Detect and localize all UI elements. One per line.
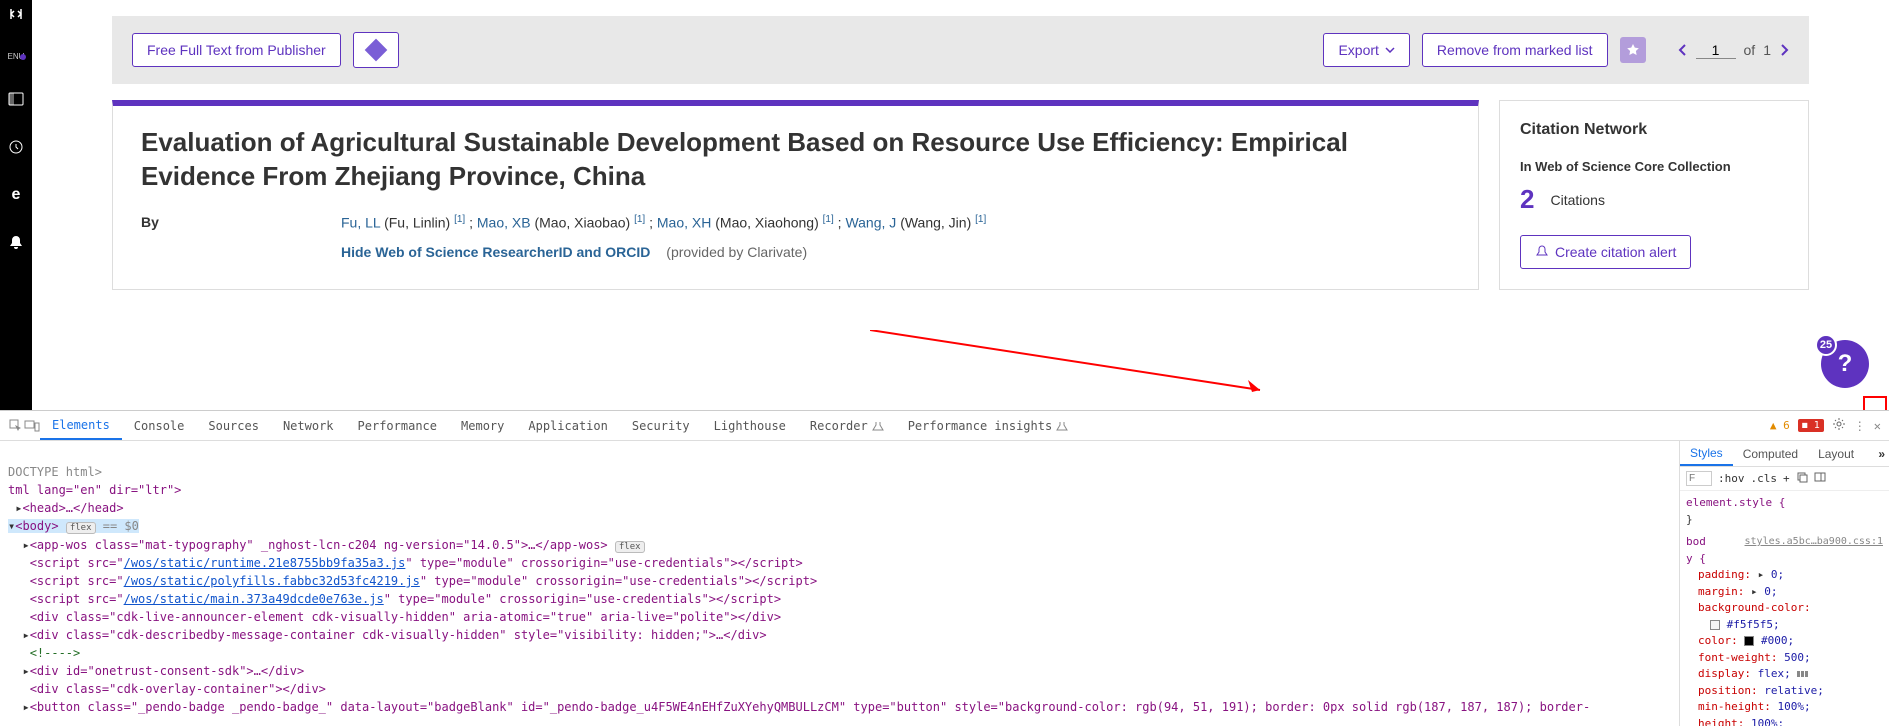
styles-pane: Styles Computed Layout » :hov .cls + ele… xyxy=(1679,441,1889,726)
tab-sources[interactable]: Sources xyxy=(196,413,271,439)
gear-icon[interactable] xyxy=(1832,417,1846,434)
authors: Fu, LL (Fu, Linlin) [1] ; Mao, XB (Mao, … xyxy=(341,214,1450,231)
record-title: Evaluation of Agricultural Sustainable D… xyxy=(141,126,1450,194)
device-icon[interactable] xyxy=(24,418,40,434)
devtools-panel: Elements Console Sources Network Perform… xyxy=(0,410,1889,726)
citation-word: Citations xyxy=(1550,192,1604,208)
dom-tree[interactable]: DOCTYPE html> tml lang="en" dir="ltr"> ▸… xyxy=(0,441,1679,726)
tab-security[interactable]: Security xyxy=(620,413,702,439)
errors-badge[interactable]: ◼ 1 xyxy=(1798,419,1824,432)
page-input[interactable] xyxy=(1696,42,1736,59)
panel-icon[interactable] xyxy=(1814,472,1826,485)
tab-perf-insights[interactable]: Performance insights xyxy=(896,413,1081,439)
help-badge: 25 xyxy=(1815,334,1837,356)
prev-page-button[interactable] xyxy=(1678,43,1688,57)
help-fab[interactable]: 25 ? xyxy=(1821,340,1869,388)
flask-icon xyxy=(872,421,884,431)
bell-icon xyxy=(1535,245,1549,259)
panel-icon[interactable] xyxy=(6,89,26,109)
letter-icon[interactable]: e xyxy=(6,185,26,205)
tab-memory[interactable]: Memory xyxy=(449,413,516,439)
remove-marked-button[interactable]: Remove from marked list xyxy=(1422,33,1608,67)
by-label: By xyxy=(141,214,341,230)
tab-elements[interactable]: Elements xyxy=(40,412,122,440)
chevron-down-icon xyxy=(1385,47,1395,53)
affil-sup[interactable]: [1] xyxy=(454,214,465,225)
tab-styles[interactable]: Styles xyxy=(1680,442,1733,466)
copy-icon[interactable] xyxy=(1796,471,1808,486)
tab-lighthouse[interactable]: Lighthouse xyxy=(702,413,798,439)
affil-sup[interactable]: [1] xyxy=(634,214,645,225)
citation-collection: In Web of Science Core Collection xyxy=(1520,159,1788,174)
of-label: of xyxy=(1744,42,1756,58)
clock-icon[interactable] xyxy=(6,137,26,157)
cls-toggle[interactable]: .cls xyxy=(1751,472,1778,485)
tab-console[interactable]: Console xyxy=(122,413,197,439)
record-panel: Evaluation of Agricultural Sustainable D… xyxy=(112,100,1479,290)
next-page-button[interactable] xyxy=(1779,43,1789,57)
tab-application[interactable]: Application xyxy=(516,413,619,439)
hov-toggle[interactable]: :hov xyxy=(1718,472,1745,485)
styles-rules[interactable]: element.style { } bodstyles.a5bc…ba900.c… xyxy=(1680,491,1889,726)
author-link[interactable]: Fu, LL xyxy=(341,214,380,230)
hide-orcid-link[interactable]: Hide Web of Science ResearcherID and ORC… xyxy=(341,244,650,260)
affil-sup[interactable]: [1] xyxy=(823,214,834,225)
diamond-icon xyxy=(364,39,387,62)
warnings-badge[interactable]: ▲ 6 xyxy=(1770,419,1790,432)
create-citation-alert-button[interactable]: Create citation alert xyxy=(1520,235,1691,269)
bell-icon[interactable] xyxy=(6,233,26,253)
record-toolbar: Free Full Text from Publisher Export Rem… xyxy=(112,16,1809,84)
left-sidebar: ENU e xyxy=(0,0,32,410)
kebab-icon[interactable]: ⋮ xyxy=(1854,419,1866,433)
export-label: Export xyxy=(1338,42,1378,58)
more-tabs-icon[interactable]: » xyxy=(1874,447,1889,461)
sidebar-collapse-icon[interactable] xyxy=(6,4,26,24)
close-icon[interactable]: ✕ xyxy=(1874,419,1881,433)
author-link[interactable]: Wang, J xyxy=(845,214,896,230)
add-rule-icon[interactable]: + xyxy=(1783,472,1790,485)
notification-dot xyxy=(20,54,26,60)
bookmark-button[interactable] xyxy=(1620,37,1646,63)
tab-computed[interactable]: Computed xyxy=(1733,443,1808,465)
tab-layout[interactable]: Layout xyxy=(1808,443,1864,465)
affil-sup[interactable]: [1] xyxy=(975,214,986,225)
inspect-icon[interactable] xyxy=(8,418,24,434)
pagination: of 1 xyxy=(1678,42,1789,59)
devtools-tabs: Elements Console Sources Network Perform… xyxy=(0,411,1889,441)
tab-network[interactable]: Network xyxy=(271,413,346,439)
author-link[interactable]: Mao, XB xyxy=(477,214,531,230)
citation-heading: Citation Network xyxy=(1520,121,1788,139)
total-label: 1 xyxy=(1763,42,1771,58)
export-button[interactable]: Export xyxy=(1323,33,1409,67)
tab-recorder[interactable]: Recorder xyxy=(798,413,896,439)
author-link[interactable]: Mao, XH xyxy=(657,214,711,230)
styles-filter[interactable] xyxy=(1686,471,1712,486)
citation-network-panel: Citation Network In Web of Science Core … xyxy=(1499,100,1809,290)
question-icon: ? xyxy=(1838,350,1853,378)
citation-count[interactable]: 2 xyxy=(1520,184,1534,215)
publisher-icon-button[interactable] xyxy=(353,32,399,68)
free-full-text-button[interactable]: Free Full Text from Publisher xyxy=(132,33,341,67)
tab-performance[interactable]: Performance xyxy=(346,413,449,439)
flask-icon xyxy=(1056,421,1068,431)
annotation-arrow xyxy=(870,330,1290,410)
provided-by: (provided by Clarivate) xyxy=(666,244,807,260)
